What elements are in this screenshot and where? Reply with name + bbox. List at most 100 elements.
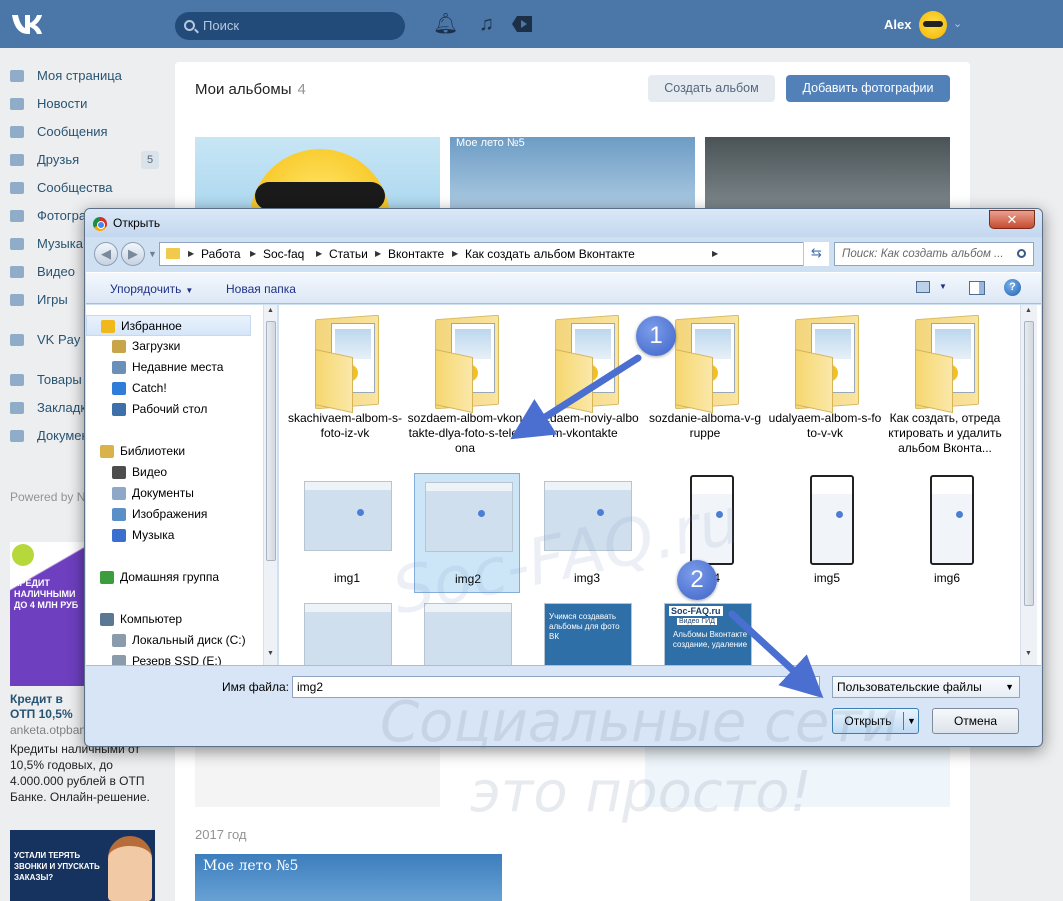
folder-item[interactable]: skachivaem-albom-s-foto-iz-vk [287,309,403,469]
organize-button[interactable]: Упорядочить ▼ [110,282,193,296]
nav-item[interactable]: Избранное [86,315,251,336]
sidebar-item[interactable]: Сообщения [0,118,170,146]
breadcrumb-item[interactable]: Вконтакте [388,243,444,265]
nav-scrollbar[interactable]: ▲ ▼ [263,305,277,665]
album-cover[interactable]: Мое лето №5 [195,854,502,901]
folder-item[interactable]: sozdaem-albom-vkontakte-dlya-foto-s-tele… [407,309,523,469]
image-file-item[interactable]: Soc-FAQ.ru Видео ГИД Альбомы Вконтакте соз… [654,595,760,665]
breadcrumb-item[interactable]: Как создать альбом Вконтакте [465,243,635,265]
forward-button[interactable]: ▶ [121,242,145,266]
image-file-item[interactable]: img1 [294,473,400,593]
new-folder-button[interactable]: Новая папка [226,282,296,296]
view-mode-icon[interactable] [916,281,930,293]
back-button[interactable]: ◀ [94,242,118,266]
vk-search-input[interactable]: Поиск [175,12,405,40]
scroll-thumb[interactable] [1024,321,1034,606]
nav-item[interactable]: Недавние места [86,357,223,378]
nav-item[interactable]: Загрузки [86,336,180,357]
scroll-thumb[interactable] [266,321,276,561]
dialog-titlebar[interactable]: Открыть ✕ [85,209,1042,237]
sidebar-item[interactable]: Друзья 5 [0,146,170,174]
scroll-down-icon[interactable]: ▼ [1025,650,1032,657]
breadcrumb-separator-icon[interactable]: ▶ [452,243,458,265]
filetype-select[interactable]: Пользовательские файлы ▼ [832,676,1020,698]
bell-icon[interactable]: 🔔︎ [433,14,458,34]
image-file-item[interactable]: img2 [414,473,520,593]
search-icon [184,20,195,31]
chevron-down-icon[interactable]: ▼ [939,282,947,291]
thumbnail-text: Soc-FAQ.ru [669,606,723,616]
nav-item[interactable]: Локальный диск (C:) [86,630,246,651]
messages-icon [10,126,24,138]
breadcrumb-separator-icon[interactable]: ▶ [250,243,256,265]
breadcrumb-separator-icon[interactable]: ▶ [375,243,381,265]
albums-title: Мои альбомы [195,81,292,98]
nav-item[interactable]: Компьютер [86,609,182,630]
music-note-icon[interactable]: ♫ [479,14,494,34]
nav-item[interactable]: Catch! [86,378,167,399]
file-scrollbar[interactable]: ▲ ▼ [1020,305,1037,665]
chevron-down-icon[interactable]: ⌄ [953,17,962,30]
avatar[interactable] [919,11,947,39]
image-file-name: img1 [333,571,360,585]
nav-item[interactable]: Домашняя группа [86,567,219,588]
help-icon[interactable]: ? [1004,279,1021,296]
ad-banner-text: УСТАЛИ ТЕРЯТЬ ЗВОНКИ И УПУСКАТЬ ЗАКАЗЫ? [14,851,100,882]
chevron-down-icon: ▼ [185,286,194,295]
preview-pane-icon[interactable] [969,281,985,295]
image-file-item[interactable] [294,595,400,665]
folder-item[interactable]: udalyaem-albom-s-foto-v-vk [767,309,883,469]
play-icon[interactable] [510,14,534,34]
add-photos-button[interactable]: Добавить фотографии [786,75,950,102]
scroll-down-icon[interactable]: ▼ [267,650,274,657]
nav-item[interactable]: Библиотеки [86,441,185,462]
breadcrumb-separator-icon[interactable]: ▶ [188,243,194,265]
open-button[interactable]: Открыть ▼ [832,708,919,734]
ad-banner-credit[interactable]: КРЕДИТ НАЛИЧНЫМИ ДО 4 МЛН РУБ [10,542,88,686]
cancel-button[interactable]: Отмена [932,708,1019,734]
nav-item[interactable]: Резерв SSD (E:) [86,651,222,665]
nav-item-label: Библиотеки [120,444,186,458]
refresh-button[interactable]: ⇆ [803,242,829,266]
vk-search-placeholder: Поиск [203,18,240,33]
scroll-up-icon[interactable]: ▲ [1025,307,1032,314]
sidebar-item[interactable]: Сообщества [0,174,170,202]
breadcrumb-separator-icon[interactable]: ▶ [712,243,718,265]
breadcrumb-separator-icon[interactable]: ▶ [316,243,322,265]
chevron-down-icon[interactable]: ▼ [806,677,815,697]
ad-banner-calls[interactable]: УСТАЛИ ТЕРЯТЬ ЗВОНКИ И УПУСКАТЬ ЗАКАЗЫ? [10,830,155,901]
address-bar[interactable]: ▶ Работа ▶ Soc-faq ▶ Статьи ▶ Вконтакте ▶ Как соз… [159,242,829,266]
nav-item[interactable]: Рабочий стол [86,399,207,420]
image-file-item[interactable] [414,595,520,665]
dialog-search-input[interactable]: Поиск: Как создать альбом ... [834,242,1034,266]
image-file-item[interactable]: Учимся создавать альбомы для фото ВК [534,595,640,665]
create-album-button[interactable]: Создать альбом [648,75,775,102]
chevron-down-icon[interactable]: ▼ [907,709,916,733]
close-button[interactable]: ✕ [989,210,1035,229]
image-file-item[interactable]: img3 [534,473,640,593]
nav-item[interactable]: Документы [86,483,194,504]
nav-item[interactable]: Музыка [86,525,174,546]
sidebar-item[interactable]: Моя страница [0,62,170,90]
folder-item[interactable]: Как создать, отредактировать и удалить а… [887,309,1003,469]
ad-title[interactable]: Кредит в ОТП 10,5% [10,692,90,722]
breadcrumb-item[interactable]: Статьи [329,243,368,265]
history-dropdown-icon[interactable]: ▼ [148,249,157,259]
image-file-item[interactable]: img6 [894,473,1000,593]
nav-item[interactable]: Изображения [86,504,207,525]
filename-input[interactable]: img2 ▼ [292,676,820,698]
breadcrumb-item[interactable]: Soc-faq [263,243,304,265]
nav-item[interactable]: Видео [86,462,167,483]
image-thumbnail [544,481,632,551]
vk-user-name[interactable]: Alex [884,17,911,32]
breadcrumb-item[interactable]: Работа [201,243,241,265]
nav-item-label: Видео [132,465,168,479]
folder-flap [555,349,593,414]
scroll-up-icon[interactable]: ▲ [267,307,274,314]
docs-icon [10,430,24,442]
ad-domain[interactable]: anketa.otpbank.ru [10,723,90,737]
image-file-item[interactable]: img5 [774,473,880,593]
vk-logo-icon[interactable] [10,11,44,37]
sidebar-item[interactable]: Новости [0,90,170,118]
folder-item[interactable]: sozdaem-noviy-albom-vkontakte [527,309,643,469]
